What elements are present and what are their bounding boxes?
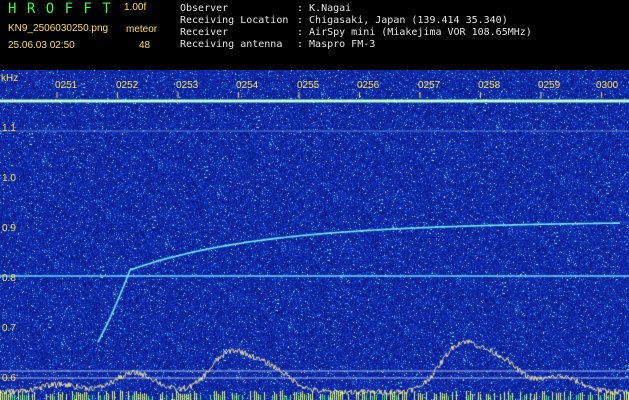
- app-version: 1.00f: [124, 2, 147, 13]
- frequency-unit-label: kHz: [1, 73, 19, 84]
- frequency-tick-label: 0.6: [2, 373, 16, 384]
- metadata-value-location: : Chigasaki, Japan (139.414 35.340): [297, 15, 508, 26]
- time-tick-label: 0251: [55, 80, 78, 91]
- image-filename: KN9_2506030250.png: [8, 23, 109, 34]
- metadata-label-location: Receiving Location: [180, 15, 289, 26]
- frequency-tick-label: 0.9: [2, 223, 16, 234]
- meteor-count: 48: [139, 40, 151, 51]
- metadata-value-receiver: : AirSpy mini (Miakejima VOR 108.65MHz): [297, 27, 532, 38]
- time-tick-label: 0253: [176, 80, 199, 91]
- time-tick-label: 0254: [236, 80, 259, 91]
- frequency-tick-label: 1.1: [2, 123, 16, 134]
- metadata-label-receiver: Receiver: [180, 27, 229, 38]
- meteor-label: meteor: [126, 24, 158, 35]
- metadata-value-observer: : K.Nagai: [297, 3, 352, 14]
- time-tick-label: 0255: [297, 80, 320, 91]
- time-tick-label: 0257: [418, 80, 441, 91]
- time-tick-label: 0259: [538, 80, 561, 91]
- metadata-label-antenna: Receiving antenna: [180, 39, 283, 50]
- frequency-tick-label: 1.0: [2, 173, 16, 184]
- frequency-tick-label: 0.7: [2, 323, 16, 334]
- app-logo: H R O F F T: [8, 1, 112, 17]
- metadata-value-antenna: : Maspro FM-3: [297, 39, 376, 50]
- spectrogram-plot: [0, 70, 629, 400]
- time-tick-label: 0258: [478, 80, 501, 91]
- time-tick-label: 0256: [357, 80, 380, 91]
- time-tick-label: 0252: [116, 80, 139, 91]
- frequency-tick-label: 0.8: [2, 273, 16, 284]
- observation-timestamp: 25.06.03 02:50: [8, 40, 75, 51]
- header-bar: H R O F F T 1.00f KN9_2506030250.png met…: [0, 0, 629, 70]
- metadata-label-observer: Observer: [180, 3, 229, 14]
- time-tick-label: 0300: [596, 80, 619, 91]
